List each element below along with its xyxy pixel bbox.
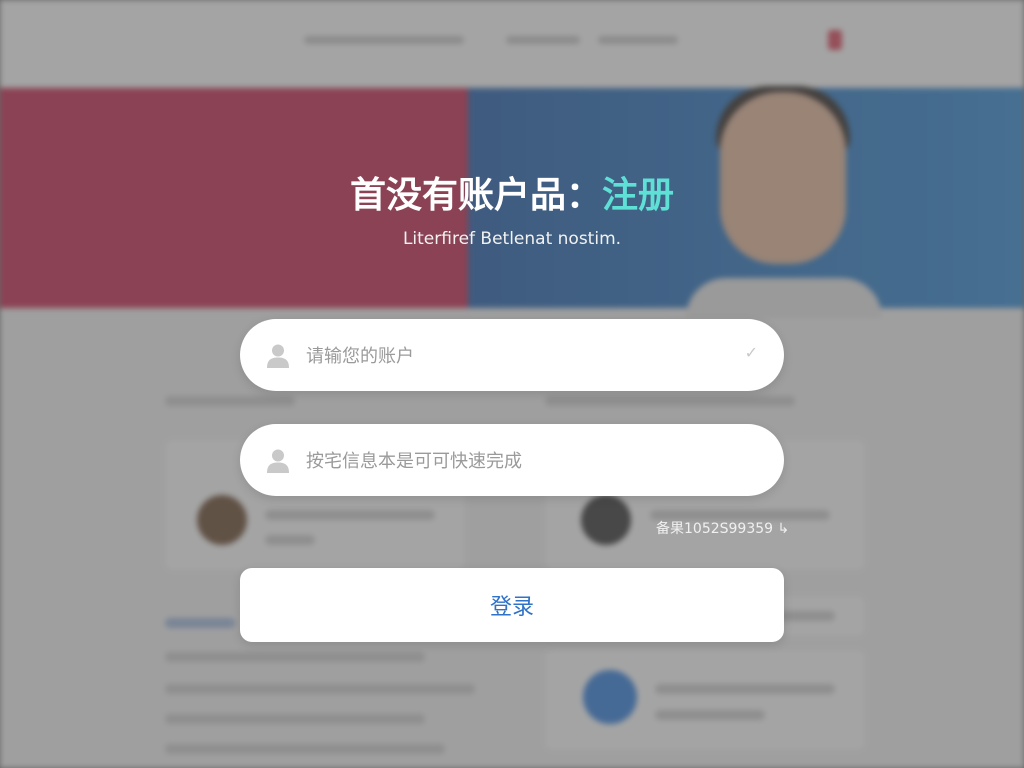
user-icon [267,449,289,473]
account-input[interactable] [304,319,738,393]
phone-hint: 备果1052S99359 ↳ [656,521,790,537]
login-button[interactable]: 登录 [240,568,784,642]
register-prompt-text: 首没有账户品： [349,175,602,216]
register-subtitle: Literfiref Betlenat nostim. [402,229,622,249]
account-field[interactable]: ✓ [240,319,784,393]
register-prompt: 首没有账户品：注册 [0,166,1024,218]
register-link[interactable]: 注册 [602,175,674,216]
info-field[interactable] [240,424,784,498]
user-icon [267,344,289,368]
check-icon: ✓ [744,343,758,362]
info-input[interactable] [304,424,738,498]
